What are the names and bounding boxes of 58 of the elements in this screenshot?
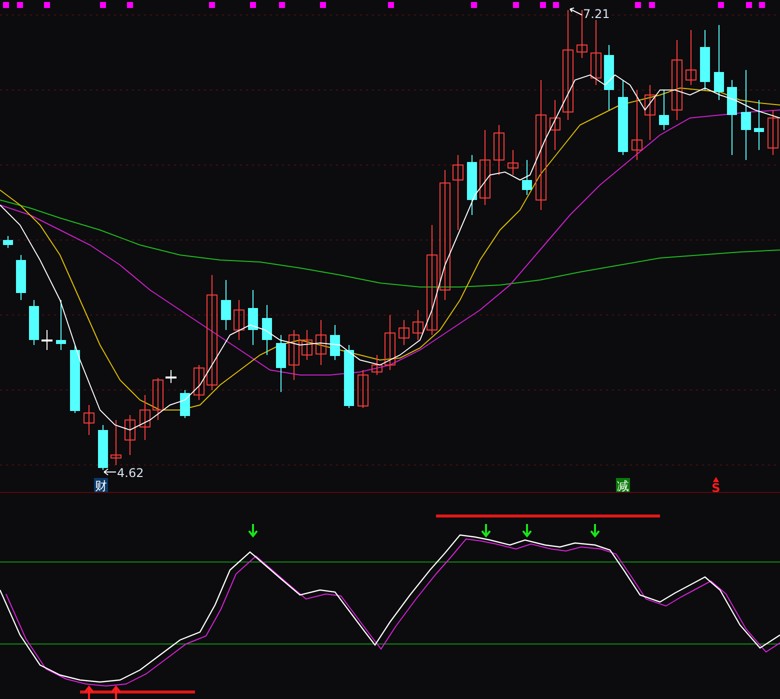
- candlestick: [644, 84, 656, 140]
- candlestick: [508, 150, 518, 176]
- candlestick: [70, 344, 80, 414]
- candlestick: [590, 20, 602, 86]
- candlestick: [358, 370, 368, 408]
- candlestick: [700, 30, 710, 90]
- candlestick: [384, 314, 396, 370]
- candlestick: [234, 300, 244, 340]
- candlestick: [124, 414, 136, 456]
- candlestick: [330, 324, 340, 360]
- up-arrow-icon: [111, 685, 121, 699]
- candlestick: [686, 30, 696, 86]
- candlestick: [152, 378, 164, 420]
- candlestick: [288, 330, 300, 380]
- down-arrow-icon: [248, 523, 258, 538]
- up-arrow-icon: [84, 685, 94, 699]
- candlestick: [42, 330, 52, 350]
- candlestick: [110, 420, 122, 466]
- down-arrow-icon: [522, 523, 532, 538]
- candlestick: [768, 110, 778, 156]
- candlestick: [194, 364, 204, 400]
- candlestick: [398, 320, 410, 346]
- up-triangle-icon: [713, 477, 719, 482]
- candlestick: [659, 90, 669, 130]
- candlestick: [98, 424, 108, 470]
- down-arrow-icon: [481, 523, 491, 538]
- signal-badge: 财: [94, 478, 108, 493]
- candlestick: [754, 100, 764, 150]
- candlestick: [632, 90, 642, 160]
- candlestick: [276, 334, 286, 392]
- candlestick: [344, 344, 354, 408]
- candlestick: [604, 44, 614, 110]
- signal-label: S: [712, 481, 720, 493]
- candlestick: [29, 300, 39, 346]
- candlestick: [3, 236, 13, 248]
- candlestick: [262, 304, 272, 356]
- signal-badge: 减: [616, 478, 630, 493]
- candlestick: [166, 370, 176, 384]
- candlestick: [140, 394, 150, 440]
- down-arrow-icon: [590, 523, 600, 538]
- candlestick: [467, 154, 477, 216]
- candlestick: [180, 390, 190, 418]
- candlestick: [16, 254, 26, 300]
- candlestick: [56, 300, 66, 350]
- high-price-label: 7.21: [583, 7, 610, 21]
- candlestick: [302, 330, 312, 360]
- pointer-arrow-icon: [570, 8, 582, 16]
- pointer-arrow-icon: [104, 468, 116, 476]
- candlestick: [522, 160, 532, 196]
- candlestick: [550, 100, 560, 150]
- candlestick: [84, 404, 94, 436]
- candlestick: [372, 354, 382, 376]
- candlestick: [316, 320, 326, 366]
- candlestick: [221, 280, 231, 330]
- candlestick: [412, 310, 424, 340]
- candlestick: [494, 124, 504, 176]
- low-price-label: 4.62: [117, 466, 144, 480]
- candlestick: [248, 290, 258, 346]
